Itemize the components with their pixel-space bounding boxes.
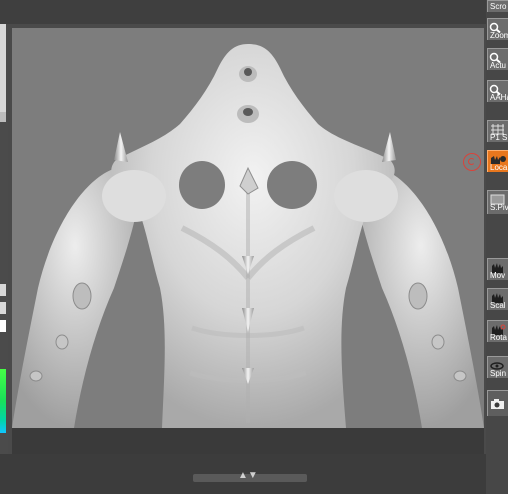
- left-panel-tab[interactable]: [0, 320, 6, 332]
- camera-icon: [489, 397, 506, 409]
- magnifier-actual-icon: [489, 50, 506, 64]
- rotate-hand-icon: [489, 322, 506, 335]
- tool-rotate-button[interactable]: Rota: [487, 320, 508, 342]
- magnifier-icon: [489, 20, 506, 34]
- document-canvas[interactable]: [12, 28, 484, 428]
- tool-local-button[interactable]: Loca: [487, 150, 508, 172]
- tool-scroll-button[interactable]: Scro: [487, 0, 508, 12]
- spin-icon: [489, 358, 506, 370]
- grid-perspective-icon: [489, 122, 506, 135]
- right-shoulder: [334, 170, 398, 222]
- tool-spivot-button[interactable]: S.Piv: [487, 190, 508, 214]
- left-shoulder: [102, 170, 166, 222]
- right-eye-hole: [267, 161, 317, 209]
- color-swatch[interactable]: [0, 369, 6, 433]
- left-horn: [114, 132, 128, 162]
- right-horn: [382, 132, 396, 162]
- sculpt-model: [12, 44, 484, 428]
- left-panel-tab[interactable]: [0, 302, 6, 314]
- canvas-footer: [12, 428, 484, 454]
- left-panel-tab[interactable]: [0, 284, 6, 296]
- tool-persp-button[interactable]: P1 S: [487, 120, 508, 142]
- tool-aahalf-button[interactable]: AAHa: [487, 80, 508, 102]
- left-eye-hole: [179, 161, 225, 209]
- tool-zoom-button[interactable]: Zoom: [487, 18, 508, 40]
- left-panel-tab[interactable]: [0, 112, 6, 122]
- tool-spin-button[interactable]: Spin: [487, 356, 508, 378]
- scale-hand-icon: [489, 290, 506, 303]
- pivot-box-icon: [489, 192, 506, 205]
- left-panel-tab[interactable]: [0, 24, 6, 116]
- tray-toggle-icon[interactable]: ▲▼: [238, 470, 258, 482]
- right-shelf: [486, 0, 508, 494]
- tool-camera-button[interactable]: [487, 390, 508, 416]
- left-palette-strip: [0, 24, 8, 494]
- tool-move-button[interactable]: Mov: [487, 258, 508, 280]
- local-symmetry-marker: [463, 153, 481, 171]
- magnifier-aa-icon: [489, 82, 506, 96]
- tool-scale-button[interactable]: Scal: [487, 288, 508, 310]
- tool-actual-button[interactable]: Actu: [487, 48, 508, 70]
- move-hand-icon: [489, 260, 506, 273]
- top-bar: [0, 0, 508, 24]
- local-transform-icon: [489, 152, 506, 164]
